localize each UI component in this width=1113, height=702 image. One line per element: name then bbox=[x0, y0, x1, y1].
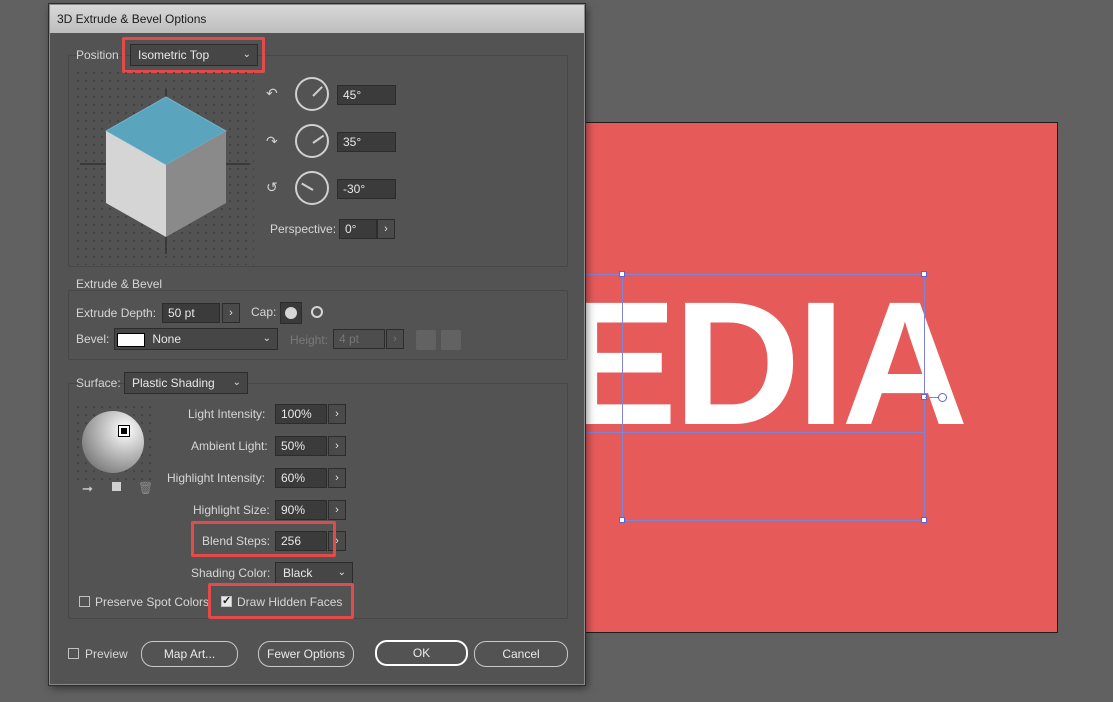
rotation-track-area[interactable] bbox=[74, 69, 254, 265]
light-intensity-field[interactable]: 100% bbox=[275, 404, 327, 424]
highlight-size-field[interactable]: 90% bbox=[275, 500, 327, 520]
trash-icon: 🗑 bbox=[138, 481, 154, 495]
cap-on-icon bbox=[285, 307, 297, 319]
preview-checkbox[interactable] bbox=[68, 648, 79, 659]
handle-connector bbox=[925, 397, 939, 398]
extrude-depth-field[interactable]: 50 pt bbox=[162, 303, 220, 323]
preserve-spot-colors-label[interactable]: Preserve Spot Colors bbox=[95, 595, 209, 609]
surface-label: Surface: bbox=[76, 376, 121, 390]
chevron-down-icon: ⌄ bbox=[232, 377, 241, 388]
highlight-size-arrow-button[interactable]: › bbox=[328, 500, 346, 520]
perspective-label: Perspective: bbox=[270, 222, 337, 236]
selection-handle[interactable] bbox=[921, 517, 927, 523]
cap-off-icon bbox=[311, 306, 323, 318]
shading-color-dropdown[interactable]: Black ⌄ bbox=[275, 562, 353, 584]
bevel-extent-out-icon bbox=[416, 330, 436, 350]
selection-handle[interactable] bbox=[619, 517, 625, 523]
rotate-x-field[interactable]: 45° bbox=[337, 85, 396, 105]
surface-value: Plastic Shading bbox=[132, 376, 215, 390]
cap-label: Cap: bbox=[251, 305, 277, 319]
bevel-dropdown[interactable]: None ⌄ bbox=[114, 328, 278, 350]
highlight-intensity-field[interactable]: 60% bbox=[275, 468, 327, 488]
light-intensity-arrow-button[interactable]: › bbox=[328, 404, 346, 424]
ambient-light-label: Ambient Light: bbox=[191, 439, 268, 453]
perspective-field[interactable]: 0° bbox=[339, 219, 377, 239]
rotate-z-dial[interactable] bbox=[295, 171, 329, 205]
chevron-down-icon: ⌄ bbox=[337, 567, 346, 578]
isometric-cube[interactable] bbox=[74, 69, 254, 265]
light-intensity-label: Light Intensity: bbox=[188, 407, 266, 421]
rotate-z-axis-icon: ↺ bbox=[266, 179, 278, 195]
extrude-depth-label: Extrude Depth: bbox=[76, 306, 157, 320]
shading-color-value: Black bbox=[283, 566, 313, 580]
light-sphere-area[interactable] bbox=[74, 403, 152, 481]
light-sphere[interactable] bbox=[82, 411, 144, 473]
fewer-options-button[interactable]: Fewer Options bbox=[258, 641, 354, 667]
rotate-x-axis-icon: ↶ bbox=[266, 85, 278, 101]
dialog-title: 3D Extrude & Bevel Options bbox=[57, 12, 207, 26]
ambient-light-arrow-button[interactable]: › bbox=[328, 436, 346, 456]
extrude-bevel-dialog: 3D Extrude & Bevel Options Position Isom… bbox=[49, 4, 585, 685]
shading-color-label: Shading Color: bbox=[191, 566, 271, 580]
rotate-z-field[interactable]: -30° bbox=[337, 179, 396, 199]
cancel-button[interactable]: Cancel bbox=[474, 641, 568, 667]
text-path-box bbox=[585, 274, 925, 433]
rotate-x-dial[interactable] bbox=[295, 77, 329, 111]
highlight-position bbox=[122, 37, 265, 73]
new-light-icon[interactable] bbox=[112, 482, 121, 491]
height-arrow-button: › bbox=[386, 329, 404, 349]
highlight-intensity-arrow-button[interactable]: › bbox=[328, 468, 346, 488]
move-light-back-icon[interactable]: ➞ bbox=[82, 481, 93, 497]
cap-off-button[interactable] bbox=[307, 302, 329, 324]
cap-on-button[interactable] bbox=[280, 302, 302, 324]
selection-handle[interactable] bbox=[921, 271, 927, 277]
ambient-light-field[interactable]: 50% bbox=[275, 436, 327, 456]
extrude-depth-arrow-button[interactable]: › bbox=[222, 303, 240, 323]
bevel-value: None bbox=[152, 332, 182, 346]
rotate-y-axis-icon: ↷ bbox=[266, 133, 278, 149]
rotate-y-field[interactable]: 35° bbox=[337, 132, 396, 152]
height-label: Height: bbox=[290, 333, 329, 347]
dialog-titlebar[interactable]: 3D Extrude & Bevel Options bbox=[50, 5, 584, 33]
light-position-handle[interactable] bbox=[118, 425, 130, 437]
ok-button[interactable]: OK bbox=[375, 640, 468, 666]
chevron-down-icon: ⌄ bbox=[262, 333, 271, 344]
highlight-draw-hidden-faces bbox=[208, 583, 354, 619]
bevel-extent-in-icon bbox=[441, 330, 461, 350]
highlight-blend-steps bbox=[191, 521, 336, 557]
bevel-label: Bevel: bbox=[76, 332, 110, 346]
selection-handle[interactable] bbox=[619, 271, 625, 277]
extrude-bevel-section-label: Extrude & Bevel bbox=[76, 277, 163, 291]
preview-label[interactable]: Preview bbox=[85, 647, 128, 661]
rotate-handle[interactable] bbox=[938, 393, 947, 402]
rotate-y-dial[interactable] bbox=[295, 124, 329, 158]
bevel-swatch-icon bbox=[117, 332, 145, 347]
map-art-button[interactable]: Map Art... bbox=[141, 641, 238, 667]
height-field: 4 pt bbox=[333, 329, 385, 349]
preserve-spot-colors-checkbox[interactable] bbox=[79, 596, 90, 607]
perspective-arrow-button[interactable]: › bbox=[377, 219, 395, 239]
position-label: Position bbox=[76, 48, 119, 62]
highlight-size-label: Highlight Size: bbox=[193, 503, 270, 517]
surface-dropdown[interactable]: Plastic Shading ⌄ bbox=[124, 372, 248, 394]
highlight-intensity-label: Highlight Intensity: bbox=[167, 471, 266, 485]
